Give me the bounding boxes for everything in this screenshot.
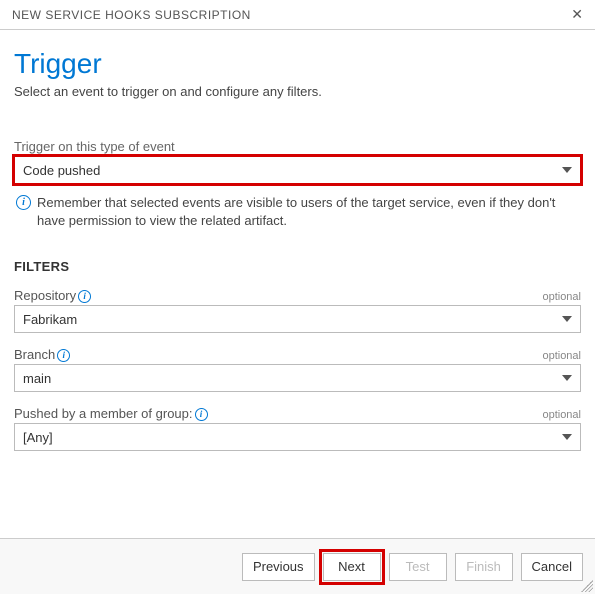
page-title: Trigger bbox=[14, 48, 581, 80]
next-button[interactable]: Next bbox=[323, 553, 381, 581]
optional-tag: optional bbox=[542, 350, 581, 362]
optional-tag: optional bbox=[542, 291, 581, 303]
event-type-value: Code pushed bbox=[23, 163, 100, 178]
repository-label: Repository i bbox=[14, 288, 91, 303]
resize-handle-icon[interactable] bbox=[581, 580, 593, 592]
dialog-content: Trigger Select an event to trigger on an… bbox=[0, 30, 595, 451]
dialog-footer: Previous Next Test Finish Cancel bbox=[0, 538, 595, 594]
close-icon[interactable]: ✕ bbox=[571, 6, 583, 23]
repository-select[interactable]: Fabrikam bbox=[14, 305, 581, 333]
chevron-down-icon bbox=[562, 316, 572, 322]
optional-tag: optional bbox=[542, 409, 581, 421]
dialog-header: NEW SERVICE HOOKS SUBSCRIPTION ✕ bbox=[0, 0, 595, 30]
info-icon[interactable]: i bbox=[195, 408, 208, 421]
chevron-down-icon bbox=[562, 434, 572, 440]
page-description: Select an event to trigger on and config… bbox=[14, 84, 581, 99]
info-text: Remember that selected events are visibl… bbox=[37, 194, 581, 229]
info-icon[interactable]: i bbox=[78, 290, 91, 303]
dialog-title: NEW SERVICE HOOKS SUBSCRIPTION bbox=[12, 8, 251, 22]
info-message: i Remember that selected events are visi… bbox=[14, 194, 581, 229]
group-value: [Any] bbox=[23, 430, 53, 445]
event-type-select[interactable]: Code pushed bbox=[14, 156, 581, 184]
finish-button: Finish bbox=[455, 553, 513, 581]
branch-select[interactable]: main bbox=[14, 364, 581, 392]
branch-filter: Branch i optional main bbox=[14, 347, 581, 392]
event-type-label: Trigger on this type of event bbox=[14, 139, 581, 154]
group-select[interactable]: [Any] bbox=[14, 423, 581, 451]
info-icon[interactable]: i bbox=[57, 349, 70, 362]
info-icon: i bbox=[16, 195, 31, 210]
chevron-down-icon bbox=[562, 375, 572, 381]
chevron-down-icon bbox=[562, 167, 572, 173]
branch-label: Branch i bbox=[14, 347, 70, 362]
filters-heading: FILTERS bbox=[14, 259, 581, 274]
repository-value: Fabrikam bbox=[23, 312, 77, 327]
previous-button[interactable]: Previous bbox=[242, 553, 315, 581]
test-button: Test bbox=[389, 553, 447, 581]
branch-value: main bbox=[23, 371, 51, 386]
group-label: Pushed by a member of group: i bbox=[14, 406, 208, 421]
group-filter: Pushed by a member of group: i optional … bbox=[14, 406, 581, 451]
repository-filter: Repository i optional Fabrikam bbox=[14, 288, 581, 333]
cancel-button[interactable]: Cancel bbox=[521, 553, 583, 581]
